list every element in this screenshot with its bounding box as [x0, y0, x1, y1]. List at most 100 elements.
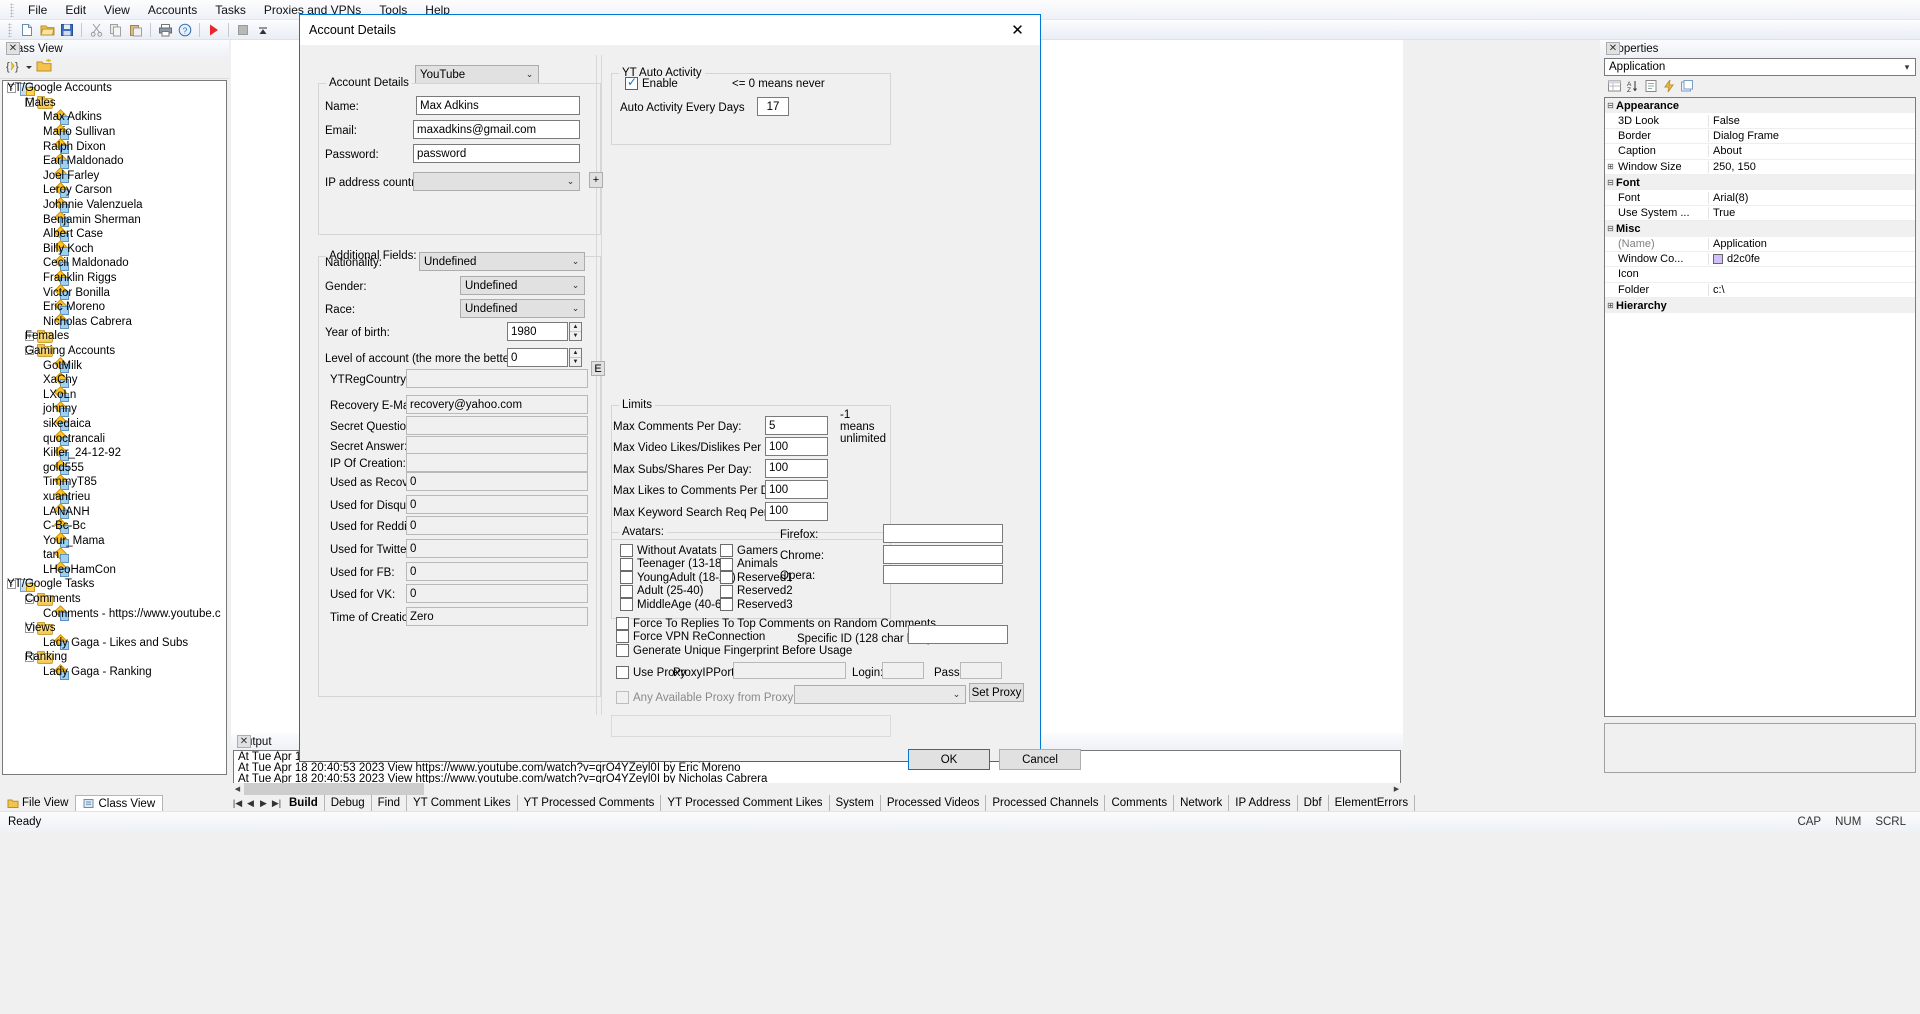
- property-category[interactable]: ⊞Hierarchy: [1605, 298, 1915, 313]
- used-for-fb-input[interactable]: 0: [406, 562, 588, 581]
- property-row[interactable]: Window Co...d2c0fe: [1605, 252, 1915, 267]
- force-replies-checkbox[interactable]: Force To Replies To Top Comments on Rand…: [616, 617, 936, 630]
- proxy-pass-input[interactable]: [960, 662, 1002, 679]
- class-sort-icon[interactable]: {}: [6, 59, 22, 76]
- tree-item[interactable]: C-Bc-Bc: [3, 519, 226, 534]
- avatar-gamers-checkbox[interactable]: Gamers: [720, 544, 778, 557]
- class-dropdown-icon[interactable]: [25, 62, 33, 74]
- copy-icon[interactable]: [106, 21, 126, 39]
- output-tab-comments[interactable]: Comments: [1105, 795, 1174, 811]
- tree-item[interactable]: xuantrieu: [3, 490, 226, 505]
- limit-input[interactable]: 100: [765, 437, 828, 456]
- properties-object-select[interactable]: Application ▾: [1604, 58, 1916, 76]
- tree-item[interactable]: -Ranking: [3, 650, 226, 665]
- tree-item[interactable]: LXoLn: [3, 387, 226, 402]
- properties-page-icon[interactable]: [1644, 79, 1658, 96]
- menu-accounts[interactable]: Accounts: [139, 1, 206, 19]
- tree-item[interactable]: Eric Moreno: [3, 300, 226, 315]
- browser-profile-input[interactable]: [883, 524, 1003, 543]
- property-row[interactable]: (Name)Application: [1605, 237, 1915, 252]
- force-vpn-reconnection-checkbox[interactable]: Force VPN ReConnection: [616, 630, 765, 643]
- new-file-icon[interactable]: [17, 21, 37, 39]
- class-view-tree[interactable]: -YT/Google Accounts-MalesMax AdkinsMario…: [2, 80, 227, 775]
- e-button[interactable]: E: [591, 361, 605, 376]
- chevron-down-icon[interactable]: ⌄: [567, 303, 584, 314]
- secret-question-input[interactable]: [406, 416, 588, 435]
- tree-item[interactable]: Joel Farley: [3, 169, 226, 184]
- tree-item[interactable]: -Males: [3, 96, 226, 111]
- panel-close-icon[interactable]: ✕: [1606, 42, 1620, 55]
- tree-item[interactable]: gold555: [3, 460, 226, 475]
- property-row[interactable]: BorderDialog Frame: [1605, 129, 1915, 144]
- close-icon[interactable]: ✕: [995, 15, 1040, 45]
- property-row[interactable]: CaptionAbout: [1605, 144, 1915, 159]
- tree-item[interactable]: Billy Koch: [3, 242, 226, 257]
- menu-tasks[interactable]: Tasks: [206, 1, 255, 19]
- category-expander[interactable]: ⊞: [1605, 301, 1616, 310]
- race-select[interactable]: Undefined ⌄: [460, 299, 585, 318]
- property-value[interactable]: Arial(8): [1708, 192, 1915, 204]
- avatar-teenager-13-18--checkbox[interactable]: Teenager (13-18): [620, 558, 725, 571]
- yt-auto-activity-enable-checkbox[interactable]: Enable: [625, 77, 678, 90]
- email-input[interactable]: maxadkins@gmail.com: [413, 120, 580, 139]
- help-icon[interactable]: ?: [175, 21, 195, 39]
- stop-icon[interactable]: [233, 21, 253, 39]
- any-available-proxy-checkbox[interactable]: Any Available Proxy from ProxyList: [616, 691, 811, 704]
- cancel-button[interactable]: Cancel: [999, 749, 1081, 770]
- tree-item[interactable]: Your_Mama: [3, 533, 226, 548]
- nationality-select[interactable]: Undefined ⌄: [419, 252, 585, 271]
- tree-item[interactable]: Victor Bonilla: [3, 285, 226, 300]
- tree-item[interactable]: Johnnie Valenzuela: [3, 198, 226, 213]
- output-tab-debug[interactable]: Debug: [325, 795, 372, 811]
- avatar-youngadult-18-25--checkbox[interactable]: YoungAdult (18-25): [620, 571, 736, 584]
- name-input[interactable]: Max Adkins: [416, 96, 580, 115]
- used-for-disqus-input[interactable]: 0: [406, 495, 588, 514]
- property-value[interactable]: Dialog Frame: [1708, 130, 1915, 142]
- tab-prev-icon[interactable]: ◀: [244, 798, 257, 809]
- events-icon[interactable]: [1662, 79, 1676, 96]
- paste-icon[interactable]: [126, 21, 146, 39]
- tree-item[interactable]: Ralph Dixon: [3, 139, 226, 154]
- proxy-login-input[interactable]: [882, 662, 924, 679]
- scroll-track[interactable]: [244, 783, 1390, 795]
- auto-activity-every-days-input[interactable]: 17: [757, 97, 789, 116]
- limit-input[interactable]: 100: [765, 480, 828, 499]
- scroll-left-icon[interactable]: ◀: [231, 783, 244, 795]
- run-icon[interactable]: [204, 21, 224, 39]
- property-value[interactable]: True: [1708, 207, 1915, 219]
- spinner-down-icon[interactable]: ▼: [570, 358, 581, 366]
- property-category[interactable]: ⊟Appearance: [1605, 98, 1915, 113]
- platform-select[interactable]: YouTube ⌄: [415, 65, 539, 84]
- category-expander[interactable]: ⊟: [1605, 178, 1616, 187]
- tree-item[interactable]: Killer_24-12-92: [3, 446, 226, 461]
- property-value[interactable]: Application: [1708, 238, 1915, 250]
- avatar-reserved2-checkbox[interactable]: Reserved2: [720, 585, 793, 598]
- tree-item[interactable]: LANANH: [3, 504, 226, 519]
- limit-input[interactable]: 5: [765, 416, 828, 435]
- new-folder-icon[interactable]: [36, 59, 53, 76]
- time-of-creation-input[interactable]: Zero: [406, 607, 588, 626]
- spinner-down-icon[interactable]: ▼: [570, 332, 581, 340]
- output-tab-yt-processed-comment-likes[interactable]: YT Processed Comment Likes: [661, 795, 829, 811]
- tree-item[interactable]: sikedaica: [3, 417, 226, 432]
- print-icon[interactable]: [155, 21, 175, 39]
- avatar-without-avatats-checkbox[interactable]: Without Avatats: [620, 544, 717, 557]
- avatar-adult-25-40--checkbox[interactable]: Adult (25-40): [620, 585, 703, 598]
- property-row[interactable]: Use System ...True: [1605, 206, 1915, 221]
- tab-first-icon[interactable]: |◀: [231, 798, 244, 809]
- tree-item[interactable]: -YT/Google Tasks: [3, 577, 226, 592]
- property-category[interactable]: ⊟Font: [1605, 175, 1915, 190]
- output-tab-yt-comment-likes[interactable]: YT Comment Likes: [407, 795, 518, 811]
- tree-item[interactable]: Max Adkins: [3, 110, 226, 125]
- ip-of-creation-input[interactable]: [406, 453, 588, 472]
- set-proxy-button[interactable]: Set Proxy: [969, 683, 1024, 702]
- level-of-account-input[interactable]: 0: [507, 348, 568, 367]
- output-tab-network[interactable]: Network: [1174, 795, 1229, 811]
- open-folder-icon[interactable]: [37, 21, 57, 39]
- menu-view[interactable]: View: [95, 1, 139, 19]
- level-of-account-spinner[interactable]: ▲ ▼: [569, 348, 582, 367]
- avatar-middleage-40-60--checkbox[interactable]: MiddleAge (40-60): [620, 598, 732, 611]
- year-of-birth-input[interactable]: 1980: [507, 322, 568, 341]
- tree-item[interactable]: Franklin Riggs: [3, 271, 226, 286]
- browser-profile-input[interactable]: [883, 545, 1003, 564]
